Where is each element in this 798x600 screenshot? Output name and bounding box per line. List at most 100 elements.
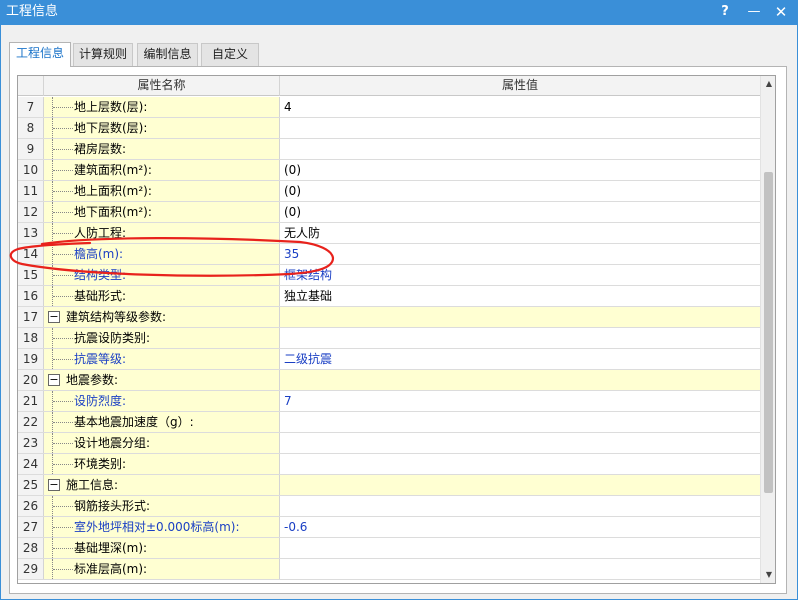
table-row[interactable]: 19 抗震等级: 二级抗震	[18, 349, 760, 370]
table-row[interactable]: 23 设计地震分组:	[18, 433, 760, 454]
tree-connector	[52, 538, 74, 558]
tab-calc-rules[interactable]: 计算规则	[73, 43, 133, 66]
minimize-button[interactable]: —	[743, 3, 765, 21]
table-row[interactable]: 22 基本地震加速度（g）:	[18, 412, 760, 433]
row-index: 28	[18, 538, 44, 558]
property-value-cell[interactable]: (0)	[280, 181, 760, 201]
minus-box-icon[interactable]: −	[48, 374, 60, 386]
property-value-cell[interactable]	[280, 328, 760, 348]
table-row[interactable]: 17− 建筑结构等级参数:	[18, 307, 760, 328]
property-value-cell[interactable]: -0.6	[280, 517, 760, 537]
property-name-cell[interactable]: 地上面积(m²):	[44, 181, 280, 201]
scroll-down-icon[interactable]: ▼	[761, 567, 775, 583]
property-name-cell[interactable]: − 建筑结构等级参数:	[44, 307, 280, 327]
tab-panel: 属性名称 属性值 7 地上层数(层): 4 8 地下层数(层): 9 裙房层数: 10 建筑面积…	[9, 66, 787, 594]
property-value-cell[interactable]: 35	[280, 244, 760, 264]
tab-compile-info[interactable]: 编制信息	[137, 43, 198, 66]
property-name-cell[interactable]: 建筑面积(m²):	[44, 160, 280, 180]
header-property-name[interactable]: 属性名称	[44, 76, 280, 96]
table-row[interactable]: 9 裙房层数:	[18, 139, 760, 160]
property-value-cell[interactable]	[280, 307, 760, 327]
row-index: 14	[18, 244, 44, 264]
property-name-cell[interactable]: 结构类型:	[44, 265, 280, 285]
property-value-cell[interactable]: 4	[280, 97, 760, 117]
property-name-label: 抗震等级:	[74, 352, 127, 366]
property-name-cell[interactable]: 设计地震分组:	[44, 433, 280, 453]
property-name-cell[interactable]: − 施工信息:	[44, 475, 280, 495]
tree-connector	[52, 244, 74, 264]
property-name-cell[interactable]: 地下面积(m²):	[44, 202, 280, 222]
minus-box-icon[interactable]: −	[48, 311, 60, 323]
property-name-label: 基础形式:	[74, 289, 127, 303]
property-value-cell[interactable]: 二级抗震	[280, 349, 760, 369]
property-value-cell[interactable]	[280, 370, 760, 390]
property-name-cell[interactable]: 标准层高(m):	[44, 559, 280, 579]
table-row[interactable]: 28 基础埋深(m):	[18, 538, 760, 559]
scroll-thumb[interactable]	[764, 172, 773, 493]
property-name-cell[interactable]: 人防工程:	[44, 223, 280, 243]
property-name-cell[interactable]: 抗震设防类别:	[44, 328, 280, 348]
table-row[interactable]: 27 室外地坪相对±0.000标高(m): -0.6	[18, 517, 760, 538]
scroll-up-icon[interactable]: ▲	[761, 76, 775, 92]
property-name-cell[interactable]: − 地震参数:	[44, 370, 280, 390]
table-row[interactable]: 14 檐高(m): 35	[18, 244, 760, 265]
property-name-cell[interactable]: 基础埋深(m):	[44, 538, 280, 558]
property-value-cell[interactable]: (0)	[280, 160, 760, 180]
property-name-label: 地上层数(层):	[74, 100, 148, 114]
table-row[interactable]: 21 设防烈度: 7	[18, 391, 760, 412]
table-row[interactable]: 25− 施工信息:	[18, 475, 760, 496]
property-value-cell[interactable]	[280, 433, 760, 453]
property-value-cell[interactable]	[280, 538, 760, 558]
table-row[interactable]: 15 结构类型: 框架结构	[18, 265, 760, 286]
close-button[interactable]: ✕	[770, 3, 792, 21]
property-value-cell[interactable]	[280, 118, 760, 138]
property-value-cell[interactable]	[280, 454, 760, 474]
property-name-cell[interactable]: 基本地震加速度（g）:	[44, 412, 280, 432]
property-name-cell[interactable]: 裙房层数:	[44, 139, 280, 159]
minus-box-icon[interactable]: −	[48, 479, 60, 491]
property-value-cell[interactable]: 无人防	[280, 223, 760, 243]
table-row[interactable]: 7 地上层数(层): 4	[18, 97, 760, 118]
property-value-cell[interactable]: 框架结构	[280, 265, 760, 285]
property-value-cell[interactable]	[280, 559, 760, 579]
property-grid[interactable]: 属性名称 属性值 7 地上层数(层): 4 8 地下层数(层): 9 裙房层数: 10 建筑面积…	[17, 75, 776, 584]
property-value-cell[interactable]	[280, 412, 760, 432]
table-row[interactable]: 16 基础形式: 独立基础	[18, 286, 760, 307]
property-value-cell[interactable]: 7	[280, 391, 760, 411]
table-row[interactable]: 10 建筑面积(m²): (0)	[18, 160, 760, 181]
row-index: 23	[18, 433, 44, 453]
table-row[interactable]: 11 地上面积(m²): (0)	[18, 181, 760, 202]
property-name-cell[interactable]: 地上层数(层):	[44, 97, 280, 117]
tab-project-info[interactable]: 工程信息	[9, 42, 71, 67]
tab-custom[interactable]: 自定义	[201, 43, 259, 66]
table-row[interactable]: 24 环境类别:	[18, 454, 760, 475]
property-name-cell[interactable]: 环境类别:	[44, 454, 280, 474]
property-name-label: 钢筋接头形式:	[74, 499, 151, 513]
table-row[interactable]: 8 地下层数(层):	[18, 118, 760, 139]
property-name-label: 建筑结构等级参数:	[66, 310, 167, 324]
table-row[interactable]: 26 钢筋接头形式:	[18, 496, 760, 517]
property-value-cell[interactable]: (0)	[280, 202, 760, 222]
header-property-value[interactable]: 属性值	[280, 76, 760, 96]
table-row[interactable]: 29 标准层高(m):	[18, 559, 760, 580]
table-row[interactable]: 12 地下面积(m²): (0)	[18, 202, 760, 223]
tree-connector	[52, 454, 74, 474]
property-name-cell[interactable]: 室外地坪相对±0.000标高(m):	[44, 517, 280, 537]
property-value-cell[interactable]	[280, 496, 760, 516]
row-index: 17	[18, 307, 44, 327]
property-name-cell[interactable]: 檐高(m):	[44, 244, 280, 264]
property-name-cell[interactable]: 钢筋接头形式:	[44, 496, 280, 516]
property-value-cell[interactable]	[280, 139, 760, 159]
property-name-cell[interactable]: 抗震等级:	[44, 349, 280, 369]
help-button[interactable]: ?	[714, 3, 736, 21]
property-name-cell[interactable]: 地下层数(层):	[44, 118, 280, 138]
property-value-cell[interactable]: 独立基础	[280, 286, 760, 306]
property-value-cell[interactable]	[280, 475, 760, 495]
table-row[interactable]: 18 抗震设防类别:	[18, 328, 760, 349]
property-name-cell[interactable]: 设防烈度:	[44, 391, 280, 411]
table-row[interactable]: 13 人防工程: 无人防	[18, 223, 760, 244]
table-row[interactable]: 20− 地震参数:	[18, 370, 760, 391]
property-name-cell[interactable]: 基础形式:	[44, 286, 280, 306]
tree-connector	[52, 559, 74, 579]
vertical-scrollbar[interactable]: ▲ ▼	[760, 76, 775, 583]
